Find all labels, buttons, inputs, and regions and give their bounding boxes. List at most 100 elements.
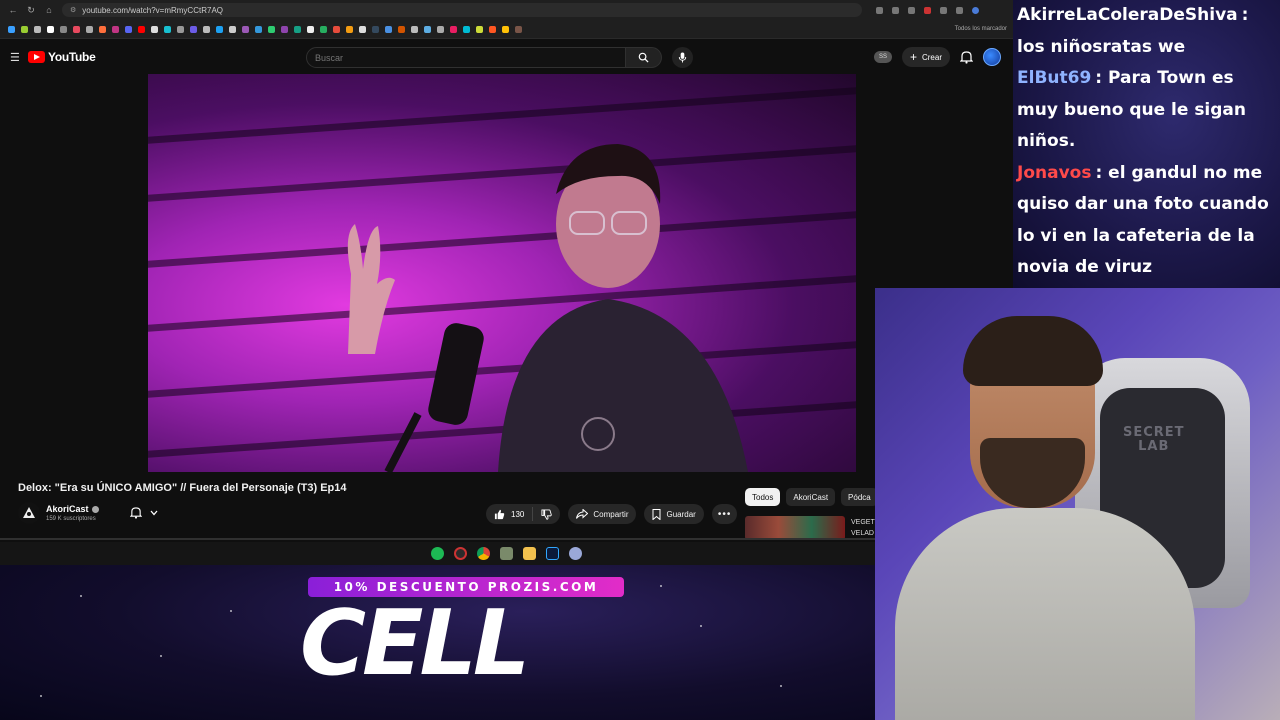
- obs-icon[interactable]: [454, 547, 467, 560]
- star-decoration: [160, 655, 162, 657]
- up-next-item[interactable]: VEGET VELAD: [745, 516, 881, 540]
- back-icon[interactable]: ←: [8, 5, 18, 15]
- recommendation-chips: Todos AkoriCast Pódca: [745, 488, 878, 506]
- chip-akoricast[interactable]: AkoriCast: [786, 488, 836, 506]
- menu-icon[interactable]: ☰: [10, 51, 24, 64]
- bookmarks-folder[interactable]: Todos los marcador: [955, 26, 1007, 32]
- chat-username: AkirreLaColeraDeShiva: [1017, 5, 1238, 25]
- chrome-icon[interactable]: [477, 547, 490, 560]
- bookmark-icon[interactable]: [437, 25, 444, 33]
- extension-icon[interactable]: [876, 6, 883, 14]
- bookmark-icon[interactable]: [281, 25, 288, 33]
- bookmark-icon[interactable]: [8, 25, 15, 33]
- bookmark-icon[interactable]: [229, 25, 236, 33]
- photoshop-icon[interactable]: [546, 547, 559, 560]
- bookmark-icon[interactable]: [450, 25, 457, 33]
- search-button[interactable]: [626, 47, 662, 68]
- bookmark-save-icon: [652, 508, 661, 520]
- home-icon[interactable]: ⌂: [44, 5, 54, 15]
- bell-icon: [130, 507, 142, 519]
- bookmark-icon[interactable]: [307, 25, 314, 33]
- video-player[interactable]: [148, 74, 856, 472]
- bookmark-icon[interactable]: [489, 25, 496, 33]
- bookmark-icon[interactable]: [424, 25, 431, 33]
- app-icon[interactable]: [569, 547, 582, 560]
- bookmark-icon[interactable]: [268, 25, 275, 33]
- extension-icon[interactable]: [924, 6, 931, 14]
- bookmark-icon[interactable]: [333, 25, 340, 33]
- star-decoration: [40, 695, 42, 697]
- chair-logo-line: SECRET: [1123, 425, 1185, 440]
- like-button[interactable]: 130: [486, 507, 534, 521]
- bookmark-icon[interactable]: [294, 25, 301, 33]
- star-decoration: [780, 685, 782, 687]
- search-input[interactable]: [306, 47, 626, 68]
- bookmark-icon[interactable]: [151, 25, 158, 33]
- voice-search-button[interactable]: [672, 47, 693, 68]
- save-button[interactable]: Guardar: [644, 504, 704, 524]
- bookmark-icon[interactable]: [255, 25, 262, 33]
- star-decoration: [660, 585, 662, 587]
- bookmark-icon[interactable]: [502, 25, 509, 33]
- create-button[interactable]: + Crear: [901, 47, 950, 67]
- bookmark-icon[interactable]: [125, 25, 132, 33]
- bookmark-icon[interactable]: [216, 25, 223, 33]
- share-button[interactable]: Compartir: [568, 504, 637, 524]
- bookmark-icon[interactable]: [164, 25, 171, 33]
- chat-message: AkirreLaColeraDeShiva: los niñosratas we: [1017, 0, 1280, 63]
- ss-badge[interactable]: SS: [873, 51, 892, 63]
- bell-icon[interactable]: [960, 50, 973, 64]
- bookmark-icon[interactable]: [21, 25, 28, 33]
- bookmark-icon[interactable]: [463, 25, 470, 33]
- sponsor-banner: 10% DESCUENTO PROZIS.COM CELL: [0, 565, 875, 720]
- bookmark-icon[interactable]: [476, 25, 483, 33]
- bookmark-icon[interactable]: [385, 25, 392, 33]
- account-avatar[interactable]: [983, 48, 1001, 66]
- microphone-icon: [678, 52, 687, 63]
- bookmark-icon[interactable]: [346, 25, 353, 33]
- up-next-thumbnail[interactable]: [745, 516, 845, 540]
- channel-name[interactable]: AkoriCast: [46, 504, 89, 514]
- bookmark-icon[interactable]: [372, 25, 379, 33]
- folder-icon[interactable]: [523, 547, 536, 560]
- bookmark-icon[interactable]: [320, 25, 327, 33]
- bookmark-icon[interactable]: [86, 25, 93, 33]
- star-decoration: [230, 610, 232, 612]
- chip-todos[interactable]: Todos: [745, 488, 781, 506]
- bookmark-icon[interactable]: [99, 25, 106, 33]
- more-actions-button[interactable]: •••: [711, 504, 738, 524]
- extension-icon[interactable]: [956, 6, 963, 14]
- youtube-logo[interactable]: YouTube: [28, 50, 96, 64]
- url-text: youtube.com/watch?v=mRmyCCtR7AQ: [82, 5, 223, 15]
- bookmark-icon[interactable]: [34, 25, 41, 33]
- extension-icon[interactable]: [908, 6, 915, 14]
- app-icon[interactable]: [500, 547, 513, 560]
- bookmark-icon[interactable]: [398, 25, 405, 33]
- chat-message: ElBut69: Para Town es muy bueno que le s…: [1017, 63, 1280, 158]
- bookmark-icon[interactable]: [177, 25, 184, 33]
- bookmark-icon[interactable]: [138, 25, 145, 33]
- bookmark-icon[interactable]: [190, 25, 197, 33]
- site-info-icon[interactable]: ⚙: [70, 6, 76, 14]
- bookmark-icon[interactable]: [411, 25, 418, 33]
- bookmark-icon[interactable]: [47, 25, 54, 33]
- spotify-icon[interactable]: [431, 547, 444, 560]
- channel-info[interactable]: AkoriCast 159 K suscriptores: [18, 502, 99, 524]
- bookmark-icon[interactable]: [242, 25, 249, 33]
- bookmark-icon[interactable]: [73, 25, 80, 33]
- profile-icon[interactable]: [972, 6, 979, 14]
- os-taskbar: [0, 542, 1013, 565]
- subscription-bell-button[interactable]: [130, 506, 158, 519]
- bookmark-icon[interactable]: [112, 25, 119, 33]
- bookmark-icon[interactable]: [359, 25, 366, 33]
- dislike-button[interactable]: [533, 508, 560, 520]
- bookmark-icon[interactable]: [515, 25, 522, 33]
- bookmark-icon[interactable]: [203, 25, 210, 33]
- reload-icon[interactable]: ↻: [26, 5, 36, 16]
- channel-avatar[interactable]: [18, 502, 40, 524]
- bookmark-icon[interactable]: [60, 25, 67, 33]
- extension-icon[interactable]: [892, 6, 899, 14]
- chip-podcast[interactable]: Pódca: [841, 488, 878, 506]
- extension-icon[interactable]: [940, 6, 947, 14]
- url-bar[interactable]: ⚙ youtube.com/watch?v=mRmyCCtR7AQ: [62, 3, 862, 17]
